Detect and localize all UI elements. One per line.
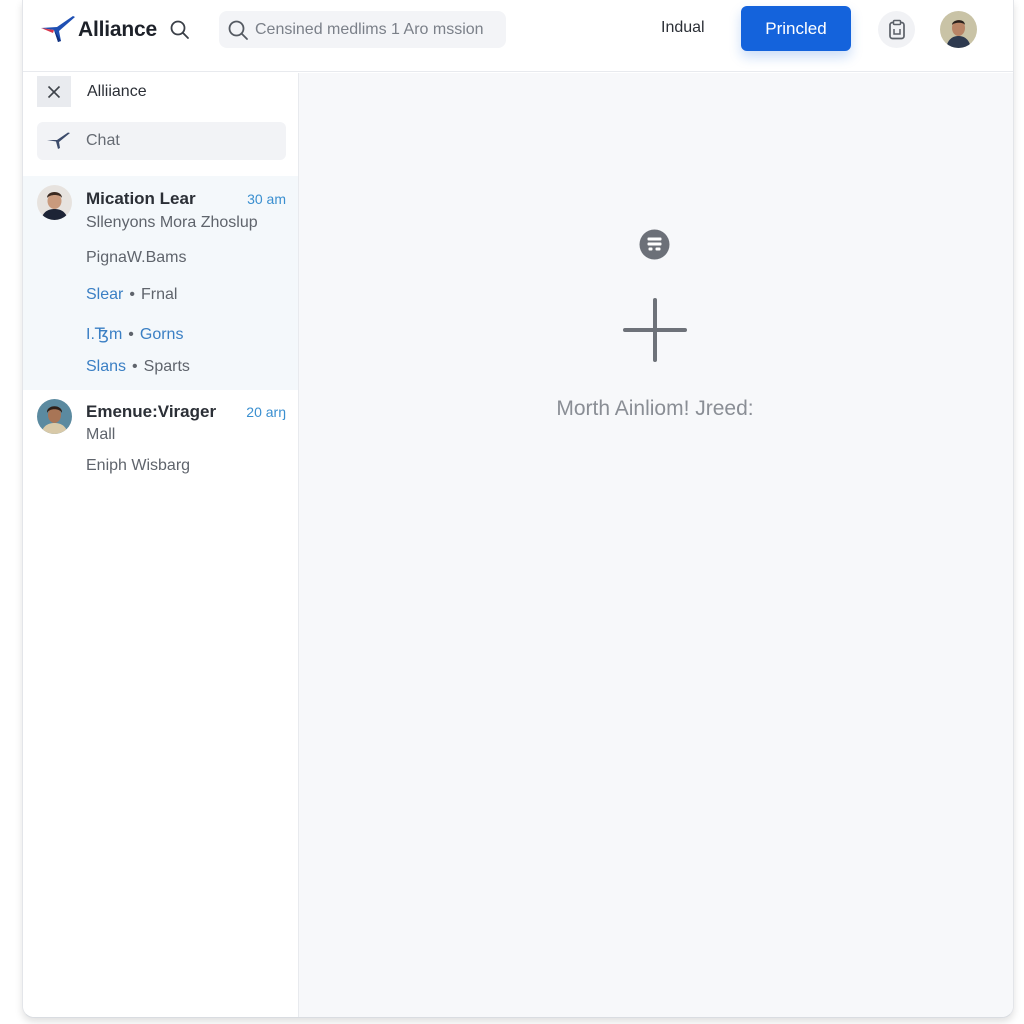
brand[interactable]: Alliance xyxy=(39,14,157,46)
sidebar-top: Alliiance xyxy=(37,76,147,107)
tag-value: Sparts xyxy=(143,358,190,375)
airplane-logo-icon xyxy=(41,16,75,42)
conversation-preview: PignaW.Bams xyxy=(86,249,187,266)
conversation-item[interactable]: Mication Lear 30 am Sllenyons Mora Zhosl… xyxy=(23,176,298,390)
conversation-subtitle: Sllenyons Mora Zhoslup xyxy=(86,214,258,231)
close-icon xyxy=(47,85,61,98)
avatar xyxy=(37,399,72,434)
sidebar: Alliiance Chat Mication Lear 30 am Sllen… xyxy=(23,73,299,1017)
separator-dot: • xyxy=(128,326,134,343)
sidebar-item-chat[interactable]: Chat xyxy=(37,122,286,160)
clipboard-icon xyxy=(888,19,905,39)
user-avatar[interactable] xyxy=(940,11,977,48)
brand-name: Alliance xyxy=(78,18,157,41)
paper-plane-icon xyxy=(47,132,70,149)
separator-dot: • xyxy=(132,358,138,375)
conversation-subtitle: Mall xyxy=(86,426,116,443)
conversation-preview: Eniph Wisbarg xyxy=(86,457,191,474)
close-sidebar-button[interactable] xyxy=(37,76,71,107)
primary-action-button[interactable]: Princled xyxy=(741,6,851,51)
conversation-time: 20 arŋ xyxy=(246,404,286,420)
conversation-name: Mication Lear xyxy=(86,189,196,208)
tag-line[interactable]: I.Ꜩm • Gorns xyxy=(86,324,183,344)
sidebar-item-label: Chat xyxy=(86,132,120,149)
clipboard-button[interactable] xyxy=(878,11,915,48)
tag-line[interactable]: Slans • Sparts xyxy=(86,358,190,376)
app-window: Alliance Indual Princled xyxy=(22,0,1014,1018)
tag-line[interactable]: Slear • Frnal xyxy=(86,286,177,304)
plus-icon[interactable] xyxy=(623,298,687,362)
search-input[interactable] xyxy=(255,20,500,39)
search-icon xyxy=(228,20,248,40)
tag-value: Gorns xyxy=(139,326,184,343)
conversation-name: Emenue:Virager xyxy=(86,402,217,421)
sidebar-title: Alliiance xyxy=(87,82,147,100)
avatar xyxy=(37,185,72,220)
empty-state-text: Morth Ainliom! Jreed: xyxy=(556,397,754,420)
tag-label: Slear xyxy=(86,286,124,303)
main-content: Morth Ainliom! Jreed: xyxy=(299,73,1013,1017)
tag-label: Slans xyxy=(86,358,127,375)
tag-label: I.Ꜩm xyxy=(86,326,123,343)
search-icon[interactable] xyxy=(169,19,191,41)
tag-value: Frnal xyxy=(140,286,178,303)
conversation-time: 30 am xyxy=(247,191,286,207)
conversation-item[interactable]: Emenue:Virager 20 arŋ Mall Eniph Wisbarg xyxy=(23,390,298,490)
list-badge-icon xyxy=(639,229,670,260)
search-bar[interactable] xyxy=(219,11,506,48)
top-header: Alliance Indual Princled xyxy=(23,0,1013,72)
avatar-image xyxy=(940,11,977,48)
nav-link-indual[interactable]: Indual xyxy=(661,19,705,37)
separator-dot: • xyxy=(129,286,135,303)
